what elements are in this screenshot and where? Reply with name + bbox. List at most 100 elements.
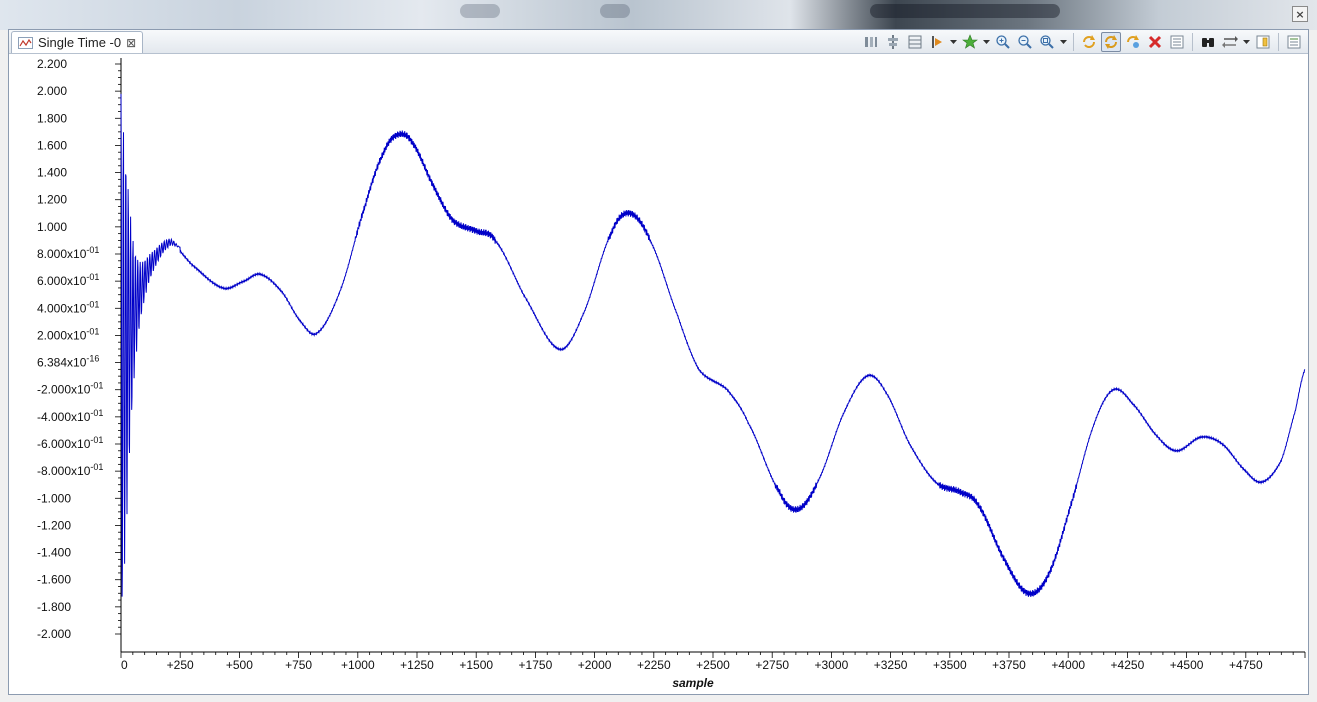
x-tick-label: +2500	[696, 658, 730, 672]
y-tick-label: -1.600	[37, 573, 71, 587]
y-tick-label: 4.000x10-01	[37, 299, 99, 315]
x-tick-label: +1000	[341, 658, 375, 672]
auto-refresh-icon	[1127, 35, 1139, 48]
add-marker-dropdown[interactable]	[982, 32, 991, 52]
plot-view: Single Time -0 ⊠ 2.200 2.000 1.800 1.600…	[8, 29, 1309, 695]
list-button[interactable]	[1167, 32, 1187, 52]
y-tick-label: 8.000x10-01	[37, 245, 99, 261]
delete-button[interactable]	[1145, 32, 1165, 52]
pin-button[interactable]	[1220, 32, 1240, 52]
y-tick-label: 2.200	[37, 57, 67, 71]
zoom-out-icon	[1018, 35, 1032, 49]
x-tick-label: 0	[121, 658, 128, 672]
star-add-icon	[962, 34, 978, 49]
marker-icon	[932, 36, 942, 48]
y-tick-label: -4.000x10-01	[37, 408, 103, 424]
y-tick-label: -8.000x10-01	[37, 462, 103, 478]
y-tick-label: 1.600	[37, 138, 67, 152]
x-tick-label: +3500	[933, 658, 967, 672]
align-center-button[interactable]	[883, 32, 903, 52]
marker-dropdown[interactable]	[949, 32, 958, 52]
y-tick-label: 1.000	[37, 220, 67, 234]
time-plot-chart[interactable]: 2.200 2.000 1.800 1.600 1.400 1.200 1.000 8.000…	[9, 54, 1308, 694]
y-tick-label: 1.400	[37, 166, 67, 180]
x-tick-label: +4750	[1229, 658, 1263, 672]
zoom-out-button[interactable]	[1015, 32, 1035, 52]
pin-dropdown[interactable]	[1242, 32, 1251, 52]
x-axis: 0 +250 +500 +750 +1000 +1250 +1500 +1750 +2000 +2…	[120, 651, 1306, 672]
layout-button[interactable]	[905, 32, 925, 52]
dropdown-icon	[950, 40, 957, 44]
close-icon[interactable]: ⊠	[126, 36, 136, 50]
x-tick-label: +1750	[519, 658, 553, 672]
series-layer	[120, 93, 1306, 597]
add-marker-button[interactable]	[960, 32, 980, 52]
y-tick-label: 6.000x10-01	[37, 272, 99, 288]
properties-icon	[1287, 35, 1301, 49]
zoom-fit-button[interactable]	[1037, 32, 1057, 52]
settings-icon	[1256, 35, 1270, 49]
plot-toolbar	[861, 32, 1304, 52]
zoom-dropdown[interactable]	[1059, 32, 1068, 52]
x-tick-label: +750	[285, 658, 312, 672]
y-tick-label: -1.000	[37, 491, 71, 505]
x-axis-label: sample	[672, 676, 714, 690]
tab-single-time[interactable]: Single Time -0 ⊠	[11, 31, 144, 53]
series-line	[120, 93, 1306, 597]
delete-icon	[1148, 35, 1162, 49]
find-button[interactable]	[1198, 32, 1218, 52]
x-tick-label: +250	[167, 658, 194, 672]
time-plot-icon	[18, 36, 33, 49]
dropdown-icon	[1060, 40, 1067, 44]
y-tick-label: 1.200	[37, 193, 67, 207]
sync-icon	[1105, 35, 1117, 49]
x-tick-label: +500	[226, 658, 253, 672]
y-tick-label: 6.384x10-16	[37, 354, 99, 370]
toolbar-separator	[1073, 33, 1074, 51]
tab-title: Single Time -0	[38, 35, 122, 50]
y-axis: 2.200 2.000 1.800 1.600 1.400 1.200 1.000 8.000…	[37, 57, 122, 652]
properties-button[interactable]	[1284, 32, 1304, 52]
x-tick-label: +4250	[1111, 658, 1145, 672]
binoculars-icon	[1202, 38, 1214, 47]
toolbar-separator	[1278, 33, 1279, 51]
align-center-icon	[888, 35, 898, 49]
x-tick-label: +4500	[1170, 658, 1204, 672]
dropdown-icon	[983, 40, 990, 44]
window-close-icon: ×	[1295, 8, 1305, 21]
zoom-fit-icon	[1040, 35, 1054, 49]
x-tick-label: +3750	[992, 658, 1026, 672]
dropdown-icon	[1243, 40, 1250, 44]
background-blur	[870, 4, 1060, 18]
sync-button[interactable]	[1101, 32, 1121, 52]
window-close-button[interactable]: ×	[1292, 6, 1308, 22]
columns-button[interactable]	[861, 32, 881, 52]
background-blur	[600, 4, 630, 18]
toolbar-separator	[1192, 33, 1193, 51]
arrows-icon	[1222, 36, 1238, 48]
tab-bar: Single Time -0 ⊠	[9, 30, 1308, 54]
y-tick-label: -2.000x10-01	[37, 381, 103, 397]
y-tick-label: 1.800	[37, 111, 67, 125]
layout-icon	[908, 35, 922, 49]
zoom-in-icon	[996, 35, 1010, 49]
x-tick-label: +4000	[1051, 658, 1085, 672]
y-tick-label: 2.000	[37, 84, 67, 98]
x-tick-label: +1250	[400, 658, 434, 672]
y-tick-label: -6.000x10-01	[37, 435, 103, 451]
marker-button[interactable]	[927, 32, 947, 52]
x-tick-label: +2250	[637, 658, 671, 672]
columns-icon	[865, 37, 877, 47]
y-tick-label: -2.000	[37, 627, 71, 641]
auto-refresh-button[interactable]	[1123, 32, 1143, 52]
x-tick-label: +2000	[578, 658, 612, 672]
y-tick-label: -1.400	[37, 546, 71, 560]
y-tick-label: -1.200	[37, 518, 71, 532]
x-tick-label: +1500	[459, 658, 493, 672]
list-icon	[1170, 35, 1184, 49]
zoom-in-button[interactable]	[993, 32, 1013, 52]
settings-button[interactable]	[1253, 32, 1273, 52]
x-tick-label: +3000	[815, 658, 849, 672]
background-blur	[460, 4, 500, 18]
refresh-button[interactable]	[1079, 32, 1099, 52]
